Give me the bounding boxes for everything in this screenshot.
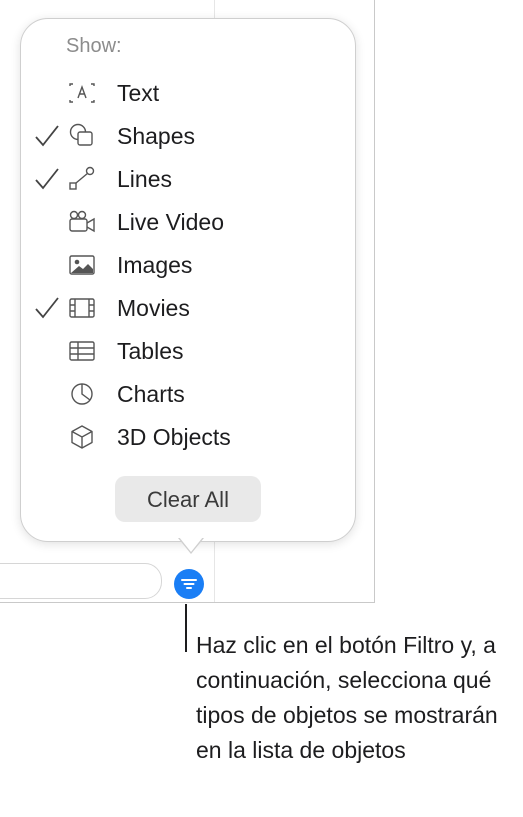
- shapes-icon: [67, 122, 97, 150]
- callout-text: Haz clic en el botón Filtro y, a continu…: [196, 632, 498, 763]
- menu-item-label: 3D Objects: [117, 424, 231, 450]
- checkmark-icon: [33, 165, 61, 193]
- menu-item-label: Movies: [117, 295, 190, 321]
- pie-chart-icon: [67, 380, 97, 408]
- film-icon: [67, 294, 97, 322]
- filter-button[interactable]: [174, 569, 204, 599]
- checkmark-icon: [33, 122, 61, 150]
- menu-item-lines[interactable]: Lines: [21, 159, 355, 199]
- menu-item-3d-objects[interactable]: 3D Objects: [21, 417, 355, 457]
- lines-icon: [67, 165, 97, 193]
- image-icon: [67, 251, 97, 279]
- menu-item-shapes[interactable]: Shapes: [21, 116, 355, 156]
- callout-line: [185, 604, 187, 652]
- checkmark-icon: [33, 294, 61, 322]
- menu-item-label: Lines: [117, 166, 172, 192]
- menu-item-label: Shapes: [117, 123, 196, 149]
- menu-item-label: Tables: [117, 338, 184, 364]
- search-field[interactable]: [0, 563, 162, 599]
- screenshot-stage: Show: Text Shapes Lines Live Video Image…: [0, 0, 523, 817]
- menu-item-images[interactable]: Images: [21, 245, 355, 285]
- live-video-icon: [67, 208, 97, 236]
- menu-item-label: Text: [117, 80, 160, 106]
- table-icon: [67, 337, 97, 365]
- filter-popover: Show: Text Shapes Lines Live Video Image…: [20, 18, 356, 542]
- filter-icon: [181, 579, 197, 589]
- popover-heading: Show:: [66, 35, 122, 57]
- menu-item-label: Charts: [117, 381, 185, 407]
- menu-item-live-video[interactable]: Live Video: [21, 202, 355, 242]
- menu-item-movies[interactable]: Movies: [21, 288, 355, 328]
- menu-item-charts[interactable]: Charts: [21, 374, 355, 414]
- menu-item-text[interactable]: Text: [21, 73, 355, 113]
- popover-arrow-fill: [179, 537, 203, 552]
- cube-icon: [67, 423, 97, 451]
- menu-item-label: Live Video: [117, 209, 224, 235]
- menu-item-tables[interactable]: Tables: [21, 331, 355, 371]
- clear-all-button[interactable]: Clear All: [115, 476, 261, 522]
- menu-item-label: Images: [117, 252, 193, 278]
- text-box-icon: [67, 79, 97, 107]
